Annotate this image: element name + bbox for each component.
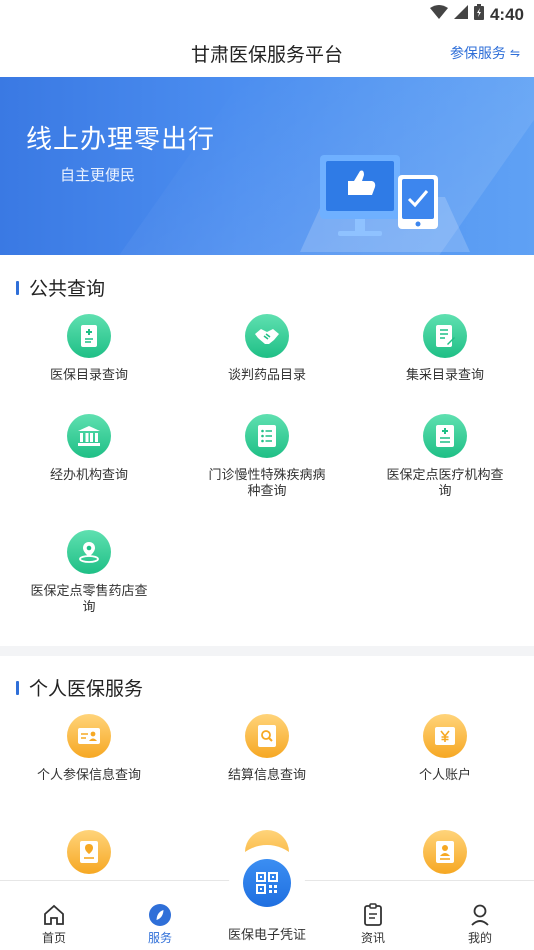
home-icon [14,901,94,927]
item-label: 门诊慢性特殊疾病病种查询 [208,467,326,498]
agency-query-button[interactable]: 经办机构查询 [0,414,178,483]
banner[interactable]: 线上办理零出行 自主更便民 [0,77,534,255]
catalog-query-button[interactable]: 医保目录查询 [0,314,178,383]
document-plus-icon [67,314,111,358]
nav-news[interactable]: 资讯 [333,901,413,946]
section-header: 个人医保服务 [16,674,143,701]
wifi-icon [429,5,448,24]
nav-label: 服务 [147,931,172,945]
section-accent-bar [16,280,19,295]
negotiated-drugs-button[interactable]: 谈判药品目录 [178,314,356,383]
search-doc-icon [245,714,289,758]
signal-icon [453,5,468,24]
banner-illustration [270,147,490,255]
app-header: 甘肃医保服务平台 参保服务 ⇋ [0,30,534,76]
status-bar: 4:40 [0,0,534,30]
nav-label-credential[interactable]: 医保电子凭证 [215,924,319,943]
section-accent-bar [16,680,19,695]
compass-icon [120,901,200,927]
designated-hospital-query-button[interactable]: 医保定点医疗机构查询 [356,414,534,499]
section-header: 公共查询 [16,274,105,301]
item-label: 集采目录查询 [405,367,484,382]
nav-label: 首页 [41,931,66,945]
nav-label: 我的 [467,931,492,945]
list-icon [245,414,289,458]
service-item[interactable] [356,830,534,874]
handshake-icon [245,314,289,358]
chronic-disease-query-button[interactable]: 门诊慢性特殊疾病病种查询 [178,414,356,499]
status-time: 4:40 [489,4,524,24]
item-label: 个人账户 [418,767,471,782]
insured-service-label: 参保服务 [449,45,506,61]
insured-service-button[interactable]: 参保服务 ⇋ [450,43,520,63]
qr-code-icon [243,859,291,907]
nav-service[interactable]: 服务 [120,901,200,946]
document-edit-icon [423,314,467,358]
nav-label: 资讯 [360,931,385,945]
procurement-catalog-button[interactable]: 集采目录查询 [356,314,534,383]
yen-account-icon [423,714,467,758]
nav-home[interactable]: 首页 [14,901,94,946]
news-icon [333,901,413,927]
swap-icon: ⇋ [509,46,520,60]
medical-credential-button[interactable] [229,845,305,921]
section-title: 个人医保服务 [29,679,144,700]
item-label: 医保定点医疗机构查询 [386,467,504,498]
item-label: 结算信息查询 [227,767,306,782]
institution-icon [67,414,111,458]
section-title: 公共查询 [29,279,106,300]
nav-mine[interactable]: 我的 [440,901,520,946]
location-card-icon [67,830,111,874]
designated-pharmacy-query-button[interactable]: 医保定点零售药店查询 [0,530,178,615]
battery-icon [473,4,484,25]
public-query-section: 公共查询 医保目录查询 谈判药品目录 集采目录查询 经办机构查询 门诊慢性特殊疾… [0,256,534,646]
item-label: 经办机构查询 [49,467,128,482]
settlement-query-button[interactable]: 结算信息查询 [178,714,356,783]
service-item[interactable] [0,830,178,874]
location-icon [67,530,111,574]
person-doc-icon [423,830,467,874]
status-icons: 4:40 [429,4,524,25]
item-label: 个人参保信息查询 [36,767,141,782]
item-label: 医保目录查询 [49,367,128,382]
section-divider [0,646,534,656]
medical-doc-icon [423,414,467,458]
item-label: 医保定点零售药店查询 [30,583,148,614]
user-icon [440,901,520,927]
item-label: 谈判药品目录 [227,367,306,382]
personal-account-button[interactable]: 个人账户 [356,714,534,783]
banner-title: 线上办理零出行 [26,124,216,154]
insured-info-query-button[interactable]: 个人参保信息查询 [0,714,178,783]
id-card-icon [67,714,111,758]
banner-subtitle: 自主更便民 [60,167,136,184]
